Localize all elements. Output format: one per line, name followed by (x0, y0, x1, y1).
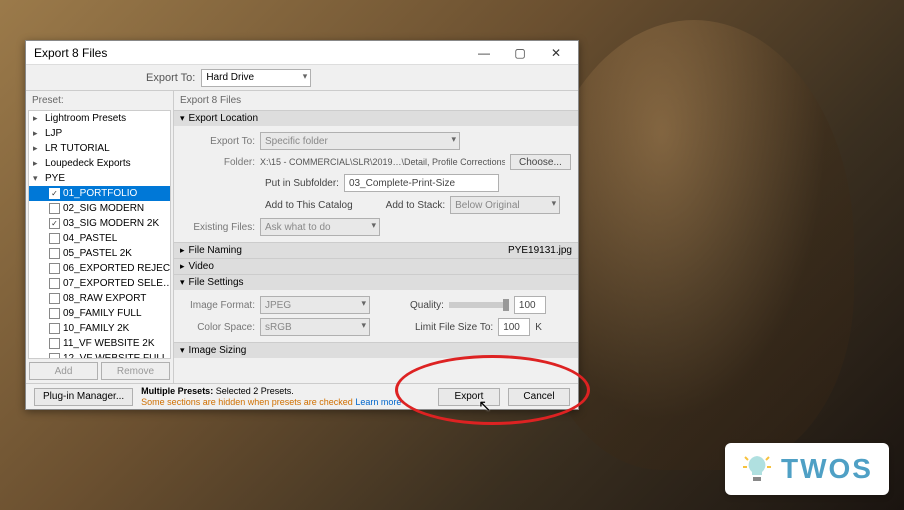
selected-count: Selected 2 Presets. (216, 386, 294, 396)
tree-item[interactable]: 08_RAW EXPORT (29, 291, 170, 306)
cancel-button[interactable]: Cancel (508, 388, 570, 406)
filename-example: PYE19131.jpg (508, 245, 572, 256)
export-to-select[interactable]: Hard Drive (201, 69, 311, 87)
tree-item[interactable]: 06_EXPORTED REJEC… (29, 261, 170, 276)
right-header: Export 8 Files (174, 91, 578, 110)
quality-input[interactable]: 100 (514, 296, 546, 314)
chevron-right-icon: ▸ (180, 245, 185, 256)
section-header[interactable]: ▾File Settings (174, 275, 578, 290)
checkbox-icon[interactable] (49, 293, 60, 304)
choose-folder-button[interactable]: Choose... (510, 154, 571, 170)
slider-handle-icon[interactable] (503, 299, 509, 311)
dialog-footer: Plug-in Manager... Multiple Presets: Sel… (26, 383, 578, 409)
chevron-right-icon: ▸ (180, 261, 185, 272)
maximize-button[interactable]: ▢ (502, 43, 538, 63)
window-title: Export 8 Files (34, 46, 466, 60)
section-header[interactable]: ▾Image Sizing (174, 343, 578, 358)
export-to-bar: Export To: Hard Drive (26, 65, 578, 91)
checkbox-icon[interactable] (49, 248, 60, 259)
checkbox-icon[interactable]: ✓ (49, 218, 60, 229)
tree-item[interactable]: 07_EXPORTED SELE… (29, 276, 170, 291)
minimize-button[interactable]: — (466, 43, 502, 63)
section-header[interactable]: ▸Video (174, 259, 578, 274)
export-dialog: Export 8 Files — ▢ ✕ Export To: Hard Dri… (25, 40, 579, 410)
quality-slider[interactable] (449, 302, 509, 308)
checkbox-icon[interactable] (49, 278, 60, 289)
section-image-sizing: ▾Image Sizing (174, 342, 578, 358)
tree-item[interactable]: 09_FAMILY FULL (29, 306, 170, 321)
section-header[interactable]: ▸File NamingPYE19131.jpg (174, 243, 578, 258)
tree-item[interactable]: 05_PASTEL 2K (29, 246, 170, 261)
limit-size-input[interactable]: 100 (498, 318, 530, 336)
folder-path: X:\15 - COMMERCIAL\SLR\2019…\Detail, Pro… (260, 157, 505, 168)
remove-preset-button[interactable]: Remove (101, 362, 170, 380)
tree-item[interactable]: 10_FAMILY 2K (29, 321, 170, 336)
plugin-manager-button[interactable]: Plug-in Manager... (34, 388, 133, 406)
tree-item[interactable]: ▸Lightroom Presets (29, 111, 170, 126)
section-file-settings: ▾File Settings Image Format:JPEGQuality:… (174, 274, 578, 342)
chevron-down-icon: ▾ (180, 113, 185, 124)
color-space-select[interactable]: sRGB (260, 318, 370, 336)
location-export-to-select[interactable]: Specific folder (260, 132, 460, 150)
tree-item[interactable]: ▸LR TUTORIAL (29, 141, 170, 156)
export-to-label: Export To: (146, 72, 195, 84)
checkbox-icon[interactable] (49, 233, 60, 244)
checkbox-icon[interactable] (49, 308, 60, 319)
tree-item[interactable]: ▾PYE (29, 171, 170, 186)
preset-tree[interactable]: ▸Lightroom Presets ▸LJP ▸LR TUTORIAL ▸Lo… (28, 110, 171, 359)
add-preset-button[interactable]: Add (29, 362, 98, 380)
tree-item[interactable]: 11_VF WEBSITE 2K (29, 336, 170, 351)
lightbulb-icon (741, 453, 773, 485)
checkbox-icon[interactable] (49, 323, 60, 334)
section-header[interactable]: ▾Export Location (174, 111, 578, 126)
tree-item[interactable]: 12_VF WEBSITE FULL (29, 351, 170, 359)
checkbox-icon[interactable] (49, 338, 60, 349)
multi-presets-label: Multiple Presets: (141, 386, 213, 396)
tree-item[interactable]: 04_PASTEL (29, 231, 170, 246)
existing-files-select[interactable]: Ask what to do (260, 218, 380, 236)
subfolder-input[interactable]: 03_Complete-Print-Size (344, 174, 499, 192)
tree-item[interactable]: ▸LJP (29, 126, 170, 141)
twos-badge: TWOS (725, 443, 889, 495)
tree-item[interactable]: ✓03_SIG MODERN 2K (29, 216, 170, 231)
title-bar[interactable]: Export 8 Files — ▢ ✕ (26, 41, 578, 65)
checkbox-icon[interactable]: ✓ (49, 188, 60, 199)
chevron-down-icon: ▾ (180, 345, 185, 356)
preset-panel: Preset: ▸Lightroom Presets ▸LJP ▸LR TUTO… (26, 91, 174, 383)
section-export-location: ▾Export Location Export To:Specific fold… (174, 110, 578, 242)
learn-more-link[interactable]: Learn more (355, 397, 401, 407)
tree-item[interactable]: ▸Loupedeck Exports (29, 156, 170, 171)
section-video: ▸Video (174, 258, 578, 274)
tree-item[interactable]: ✓01_PORTFOLIO (29, 186, 170, 201)
checkbox-icon[interactable] (49, 203, 60, 214)
checkbox-icon[interactable] (49, 263, 60, 274)
section-file-naming: ▸File NamingPYE19131.jpg (174, 242, 578, 258)
preset-label: Preset: (26, 91, 173, 110)
tree-item[interactable]: 02_SIG MODERN (29, 201, 170, 216)
settings-panel: Export 8 Files ▾Export Location Export T… (174, 91, 578, 383)
stack-position-select[interactable]: Below Original (450, 196, 560, 214)
image-format-select[interactable]: JPEG (260, 296, 370, 314)
export-button[interactable]: Export (438, 388, 500, 406)
close-button[interactable]: ✕ (538, 43, 574, 63)
chevron-down-icon: ▾ (180, 277, 185, 288)
hidden-warning: Some sections are hidden when presets ar… (141, 397, 353, 407)
